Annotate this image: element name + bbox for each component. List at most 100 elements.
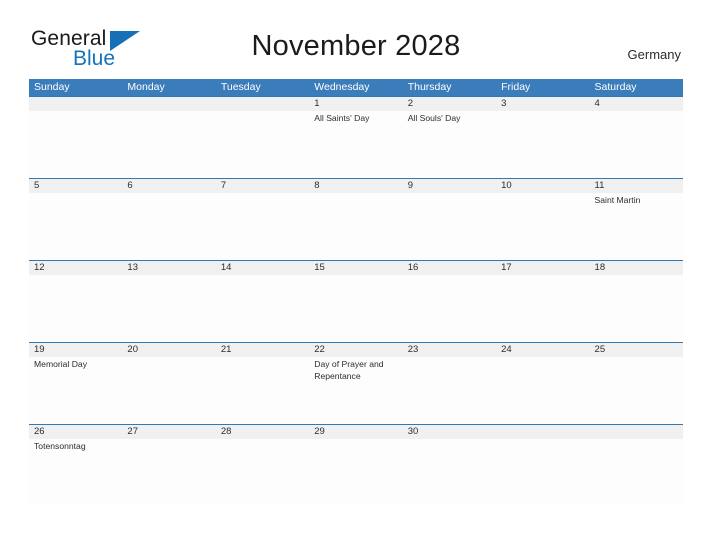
day-number[interactable]: 5 <box>29 179 122 193</box>
day-number[interactable]: 17 <box>496 261 589 275</box>
day-number[interactable]: 9 <box>403 179 496 193</box>
day-number[interactable]: 13 <box>122 261 215 275</box>
day-number[interactable]: 15 <box>309 261 402 275</box>
day-cell[interactable]: Memorial Day <box>29 357 122 424</box>
day-number[interactable]: 18 <box>590 261 683 275</box>
day-cell[interactable] <box>122 357 215 424</box>
event-label: Saint Martin <box>594 195 641 205</box>
day-number[interactable]: 4 <box>590 97 683 111</box>
day-number[interactable]: 21 <box>216 343 309 357</box>
day-number[interactable]: 26 <box>29 425 122 439</box>
page-header: General Blue November 2028 Germany <box>0 0 712 69</box>
day-cell[interactable] <box>496 275 589 342</box>
day-cell[interactable] <box>216 111 309 178</box>
calendar-grid: Sunday Monday Tuesday Wednesday Thursday… <box>29 79 683 505</box>
weekday-header-tuesday: Tuesday <box>220 81 261 93</box>
week-date-band: 19 20 21 22 23 24 25 <box>29 343 683 357</box>
day-number[interactable]: 10 <box>496 179 589 193</box>
week-row: 19 20 21 22 23 24 25 Memorial Day Day of… <box>29 342 683 424</box>
week-event-band <box>29 275 683 342</box>
day-cell[interactable] <box>216 357 309 424</box>
day-cell[interactable] <box>403 357 496 424</box>
weekday-header-saturday: Saturday <box>594 81 637 93</box>
day-number[interactable] <box>216 97 309 111</box>
week-date-band: 26 27 28 29 30 <box>29 425 683 439</box>
day-number[interactable]: 14 <box>216 261 309 275</box>
event-label: All Souls' Day <box>407 113 461 123</box>
day-cell[interactable] <box>590 439 683 505</box>
week-row: 5 6 7 8 9 10 11 Saint Martin <box>29 178 683 260</box>
day-number[interactable]: 22 <box>309 343 402 357</box>
page-title: November 2028 <box>251 30 461 62</box>
day-number[interactable] <box>496 425 589 439</box>
calendar-page: General Blue November 2028 Germany Sunda… <box>0 0 712 550</box>
day-cell[interactable]: Totensonntag <box>29 439 122 505</box>
day-number[interactable]: 7 <box>216 179 309 193</box>
event-label: Totensonntag <box>34 441 86 451</box>
day-cell[interactable] <box>122 439 215 505</box>
day-cell[interactable] <box>29 111 122 178</box>
day-number[interactable]: 28 <box>216 425 309 439</box>
week-event-band: Saint Martin <box>29 193 683 260</box>
day-cell[interactable] <box>590 357 683 424</box>
day-cell[interactable] <box>122 275 215 342</box>
weekday-header-row: Sunday Monday Tuesday Wednesday Thursday… <box>29 79 683 96</box>
day-number[interactable]: 2 <box>403 97 496 111</box>
week-date-band: 12 13 14 15 16 17 18 <box>29 261 683 275</box>
week-row: 26 27 28 29 30 Totensonntag <box>29 424 683 505</box>
day-number[interactable]: 19 <box>29 343 122 357</box>
week-row: 1 2 3 4 All Saints' Day All Souls' Day <box>29 96 683 178</box>
day-cell[interactable] <box>29 275 122 342</box>
day-number[interactable]: 1 <box>309 97 402 111</box>
day-cell[interactable] <box>29 193 122 260</box>
day-cell[interactable] <box>309 193 402 260</box>
day-number[interactable]: 20 <box>122 343 215 357</box>
day-number[interactable]: 16 <box>403 261 496 275</box>
day-cell[interactable] <box>216 193 309 260</box>
region-label: Germany <box>627 47 681 62</box>
weekday-header-wednesday: Wednesday <box>314 81 370 93</box>
day-cell[interactable]: Day of Prayer and Repentance <box>309 357 402 424</box>
day-cell[interactable] <box>496 357 589 424</box>
day-cell[interactable] <box>122 111 215 178</box>
day-cell[interactable] <box>403 275 496 342</box>
day-cell[interactable] <box>309 439 402 505</box>
day-cell[interactable] <box>309 275 402 342</box>
day-number[interactable] <box>29 97 122 111</box>
day-number[interactable]: 23 <box>403 343 496 357</box>
day-cell[interactable] <box>496 439 589 505</box>
day-cell[interactable]: Saint Martin <box>590 193 683 260</box>
day-number[interactable]: 3 <box>496 97 589 111</box>
day-cell[interactable] <box>590 111 683 178</box>
week-event-band: Totensonntag <box>29 439 683 505</box>
day-cell[interactable] <box>496 193 589 260</box>
day-number[interactable]: 12 <box>29 261 122 275</box>
weekday-header-sunday: Sunday <box>34 81 70 93</box>
day-cell[interactable] <box>403 439 496 505</box>
week-event-band: All Saints' Day All Souls' Day <box>29 111 683 178</box>
day-number[interactable]: 30 <box>403 425 496 439</box>
day-number[interactable]: 24 <box>496 343 589 357</box>
day-number[interactable]: 27 <box>122 425 215 439</box>
day-cell[interactable] <box>590 275 683 342</box>
day-cell[interactable]: All Souls' Day <box>403 111 496 178</box>
day-number[interactable]: 6 <box>122 179 215 193</box>
day-cell[interactable] <box>403 193 496 260</box>
weekday-header-thursday: Thursday <box>407 81 452 93</box>
day-cell[interactable] <box>122 193 215 260</box>
day-number[interactable]: 29 <box>309 425 402 439</box>
day-number[interactable]: 11 <box>590 179 683 193</box>
day-cell[interactable] <box>496 111 589 178</box>
week-event-band: Memorial Day Day of Prayer and Repentanc… <box>29 357 683 424</box>
day-number[interactable]: 8 <box>309 179 402 193</box>
event-label: Memorial Day <box>34 359 88 369</box>
day-number[interactable] <box>122 97 215 111</box>
day-cell[interactable] <box>216 439 309 505</box>
weekday-header-friday: Friday <box>501 81 531 93</box>
week-row: 12 13 14 15 16 17 18 <box>29 260 683 342</box>
day-cell[interactable]: All Saints' Day <box>309 111 402 178</box>
day-number[interactable] <box>590 425 683 439</box>
day-number[interactable]: 25 <box>590 343 683 357</box>
event-label: Day of Prayer and Repentance <box>314 359 384 381</box>
day-cell[interactable] <box>216 275 309 342</box>
